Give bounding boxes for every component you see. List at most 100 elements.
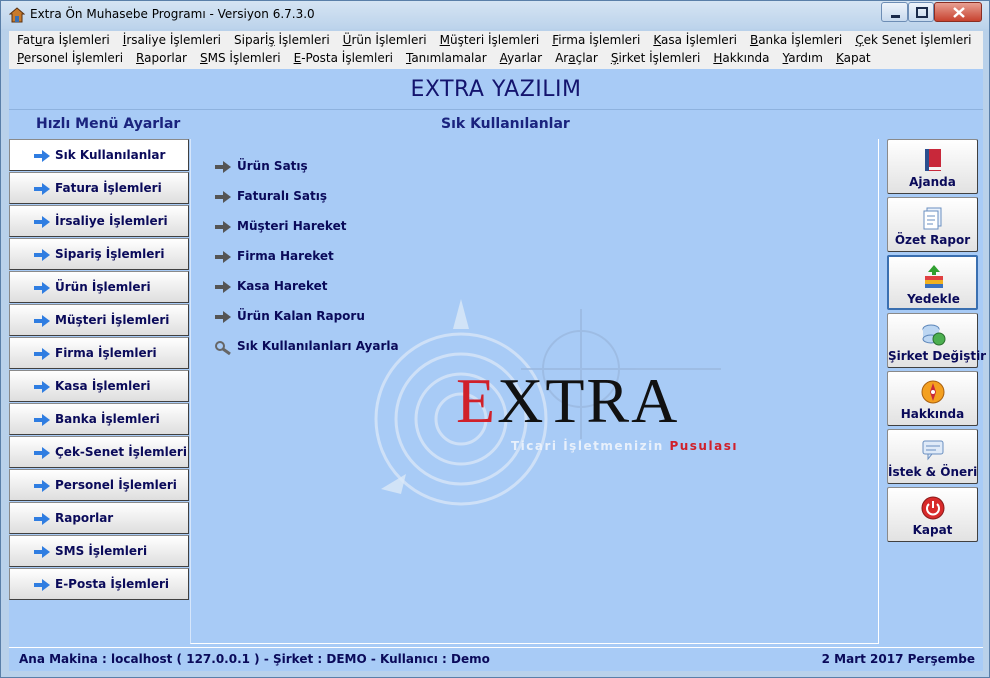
menu-item[interactable]: Firma İşlemleri	[552, 33, 640, 47]
status-bar: Ana Makina : localhost ( 127.0.0.1 ) - Ş…	[9, 647, 983, 671]
menu-item-label-post: MS İşlemleri	[207, 51, 281, 65]
menu-item[interactable]: Raporlar	[136, 51, 187, 65]
menu-item[interactable]: Siparİş İşlemleri	[234, 33, 330, 47]
menu-item[interactable]: Ürün İşlemleri	[343, 33, 427, 47]
menu-item[interactable]: Banka İşlemleri	[750, 33, 842, 47]
menu-item[interactable]: Şirket İşlemleri	[611, 51, 701, 65]
nav-item[interactable]: İrsaliye İşlemleri	[9, 205, 189, 237]
quick-item-label: Müşteri Hareket	[237, 219, 347, 233]
menu-item-label-post: irma İşlemleri	[558, 33, 641, 47]
menu-item-label-post: ra İşlemleri	[42, 33, 110, 47]
menu-item[interactable]: Çek Senet İşlemleri	[855, 33, 971, 47]
menu-item-label-post: yarlar	[507, 51, 543, 65]
nav-item-label: Müşteri İşlemleri	[55, 313, 170, 327]
menu-item-label-post: ersonel İşlemleri	[23, 51, 124, 65]
quick-menu-header: Hızlı Menü Ayarlar	[36, 116, 181, 132]
menu-item[interactable]: E-Posta İşlemleri	[294, 51, 393, 65]
menu-item[interactable]: Araçlar	[555, 51, 598, 65]
nav-item[interactable]: Çek-Senet İşlemleri	[9, 436, 189, 468]
nav-item-label: Ürün İşlemleri	[55, 280, 151, 294]
arrow-right-icon	[34, 579, 50, 591]
arrow-right-icon	[34, 150, 50, 162]
menu-item[interactable]: İrsaliye İşlemleri	[123, 33, 221, 47]
side-button[interactable]: İstek & Öneri	[887, 429, 978, 484]
nav-item[interactable]: Raporlar	[9, 502, 189, 534]
menu-item-label-post: ardım	[788, 51, 823, 65]
nav-item[interactable]: Sipariş İşlemleri	[9, 238, 189, 270]
nav-item[interactable]: Personel İşlemleri	[9, 469, 189, 501]
menu-item[interactable]: Kasa İşlemleri	[653, 33, 737, 47]
side-button[interactable]: Ajanda	[887, 139, 978, 194]
tagline-text: Ticari İşletmenizin	[511, 439, 664, 453]
menu-item-label-post: anka İşlemleri	[758, 33, 843, 47]
maximize-button[interactable]	[908, 2, 934, 22]
menu-item[interactable]: Müşteri İşlemleri	[440, 33, 540, 47]
logo-tagline: Ticari İşletmenizin Pusulası	[511, 439, 738, 453]
arrow-right-icon	[34, 348, 50, 360]
side-button-label: İstek & Öneri	[888, 465, 978, 479]
nav-item[interactable]: E-Posta İşlemleri	[9, 568, 189, 600]
side-button-label: Hakkında	[900, 407, 965, 421]
menu-item-accelerator: P	[17, 51, 24, 65]
connection-info: Ana Makina : localhost ( 127.0.0.1 ) - Ş…	[19, 652, 490, 666]
menu-item-label-post: asa İşlemleri	[661, 33, 737, 47]
wrench-icon	[215, 341, 231, 356]
close-window-button[interactable]	[934, 2, 982, 22]
arrow-right-icon	[34, 249, 50, 261]
nav-item-label: Fatura İşlemleri	[55, 181, 162, 195]
menu-item-label-post: üşteri İşlemleri	[449, 33, 540, 47]
logo-letters: XTRA	[497, 365, 680, 436]
menu-item-accelerator: H	[713, 51, 723, 65]
nav-item-label: Sık Kullanılanlar	[55, 148, 166, 162]
side-button[interactable]: Hakkında	[887, 371, 978, 426]
side-button-label: Ajanda	[909, 175, 956, 189]
menu-item-label-post: çlar	[575, 51, 598, 65]
menu-item-label-post: apat	[843, 51, 871, 65]
menu-item-label-post: -Posta İşlemleri	[301, 51, 393, 65]
menu-item[interactable]: Hakkında	[713, 51, 769, 65]
database-icon	[920, 321, 946, 347]
divider	[9, 109, 983, 110]
menu-item[interactable]: Fatura İşlemleri	[17, 33, 110, 47]
arrow-right-icon	[34, 480, 50, 492]
side-button[interactable]: Şirket Değiştir	[887, 313, 986, 368]
nav-item[interactable]: Müşteri İşlemleri	[9, 304, 189, 336]
arrow-right-icon	[215, 281, 231, 293]
nav-item[interactable]: Firma İşlemleri	[9, 337, 189, 369]
app-window: Extra Ön Muhasebe Programı - Versiyon 6.…	[0, 0, 990, 678]
brand-title: EXTRA YAZILIM	[410, 77, 582, 102]
quick-item-label: Faturalı Satış	[237, 189, 328, 203]
nav-item[interactable]: Sık Kullanılanlar	[9, 139, 189, 171]
arrow-right-icon	[34, 381, 50, 393]
minimize-button[interactable]	[881, 2, 908, 22]
arrow-right-icon	[34, 414, 50, 426]
quick-item-label: Firma Hareket	[237, 249, 334, 263]
side-button[interactable]: Kapat	[887, 487, 978, 542]
nav-item[interactable]: SMS İşlemleri	[9, 535, 189, 567]
arrow-right-icon	[215, 161, 231, 173]
window-title: Extra Ön Muhasebe Programı - Versiyon 6.…	[30, 7, 315, 21]
menu-item[interactable]: Kapat	[836, 51, 871, 65]
menu-item-accelerator: K	[835, 51, 844, 65]
menu-item[interactable]: Tanımlamalar	[406, 51, 487, 65]
menu-item-accelerator: B	[749, 33, 759, 47]
nav-item-label: Çek-Senet İşlemleri	[55, 445, 187, 459]
minimize-icon	[891, 15, 900, 18]
nav-item[interactable]: Kasa İşlemleri	[9, 370, 189, 402]
menu-item[interactable]: SMS İşlemleri	[200, 51, 281, 65]
side-button[interactable]: Özet Rapor	[887, 197, 978, 252]
menu-item-accelerator: R	[136, 51, 145, 65]
nav-item[interactable]: Fatura İşlemleri	[9, 172, 189, 204]
arrow-right-icon	[215, 311, 231, 323]
nav-item[interactable]: Ürün İşlemleri	[9, 271, 189, 303]
menu-item[interactable]: Ayarlar	[500, 51, 542, 65]
side-button[interactable]: Yedekle	[887, 255, 978, 310]
nav-item[interactable]: Banka İşlemleri	[9, 403, 189, 435]
menu-item[interactable]: Personel İşlemleri	[17, 51, 123, 65]
backup-icon	[921, 264, 947, 290]
menu-row-2: Personel İşlemleri Raporlar SMS İşlemleri E…	[17, 51, 884, 69]
menu-item[interactable]: Yardım	[783, 51, 823, 65]
arrow-right-icon	[34, 315, 50, 327]
arrow-right-icon	[34, 546, 50, 558]
menu-item-label-pre: Ar	[555, 51, 569, 65]
